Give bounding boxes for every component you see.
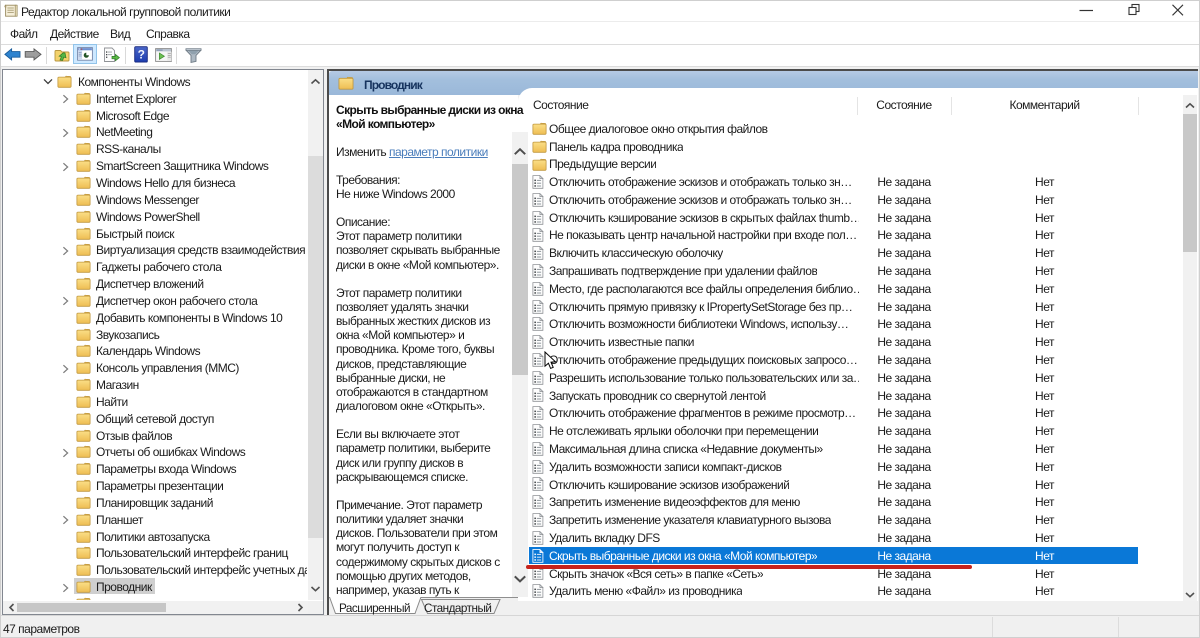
svg-text:?: ?	[138, 48, 145, 62]
